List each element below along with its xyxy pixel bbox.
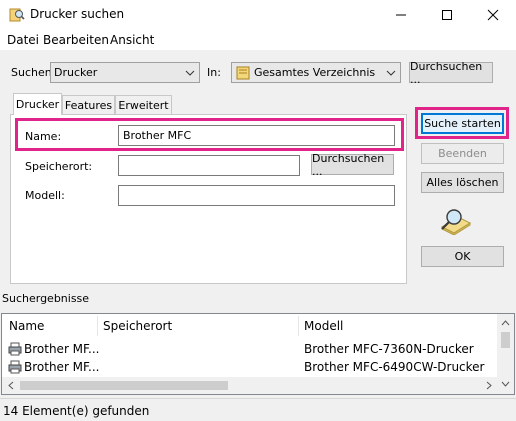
results-list[interactable]: Name Speicherort Modell Brother MF... Br… xyxy=(1,313,515,395)
browse-location-button[interactable]: Durchsuchen ... xyxy=(311,152,394,178)
model-input[interactable] xyxy=(118,185,395,206)
search-type-combo[interactable]: Drucker xyxy=(50,62,200,83)
chevron-down-icon xyxy=(185,70,195,76)
window-title: Drucker suchen xyxy=(30,7,125,21)
chevron-down-icon[interactable] xyxy=(501,379,510,388)
menu-edit[interactable]: Bearbeiten xyxy=(43,33,109,47)
table-row[interactable]: Brother MF... Brother MFC-6490CW-Drucker xyxy=(2,358,498,376)
ok-button[interactable]: OK xyxy=(421,246,504,267)
close-button[interactable] xyxy=(470,0,516,30)
search-type-value: Drucker xyxy=(54,66,98,79)
result-name: Brother MF... xyxy=(24,360,100,374)
minimize-button[interactable] xyxy=(378,0,424,30)
scrollbar-corner xyxy=(497,377,514,394)
maximize-button[interactable] xyxy=(424,0,470,30)
result-name: Brother MF... xyxy=(24,342,100,356)
close-icon xyxy=(487,9,499,21)
search-printer-icon xyxy=(9,8,25,22)
printer-icon xyxy=(8,360,22,374)
maximize-icon xyxy=(442,10,452,20)
search-animation-icon xyxy=(440,209,472,235)
in-label: In: xyxy=(207,66,221,79)
table-row[interactable]: Brother MF... Brother MFC-7360N-Drucker xyxy=(2,340,498,358)
search-scope-combo[interactable]: Gesamtes Verzeichnis xyxy=(231,62,401,83)
stop-search-button[interactable]: Beenden xyxy=(421,143,504,164)
minimize-icon xyxy=(396,14,406,16)
search-scope-value: Gesamtes Verzeichnis xyxy=(254,66,376,79)
vertical-scrollbar[interactable] xyxy=(497,314,514,378)
result-model: Brother MFC-7360N-Drucker xyxy=(304,342,474,356)
name-label: Name: xyxy=(25,130,62,143)
column-header-model[interactable]: Modell xyxy=(304,319,343,333)
vertical-scroll-thumb[interactable] xyxy=(501,332,510,348)
chevron-down-icon xyxy=(386,70,396,76)
results-heading: Suchergebnisse xyxy=(2,292,90,305)
column-divider[interactable] xyxy=(298,316,299,336)
status-bar: 14 Element(e) gefunden xyxy=(0,398,516,421)
status-text: 14 Element(e) gefunden xyxy=(3,404,150,418)
menu-bar: Datei Bearbeiten Ansicht xyxy=(0,30,516,50)
chevron-up-icon[interactable] xyxy=(501,318,510,327)
printer-icon xyxy=(8,342,22,356)
browse-scope-button[interactable]: Durchsuchen ... xyxy=(409,60,493,86)
column-header-name[interactable]: Name xyxy=(9,319,44,333)
title-bar: Drucker suchen xyxy=(0,0,516,30)
start-search-button[interactable]: Suche starten xyxy=(421,113,504,134)
location-label: Speicherort: xyxy=(25,160,93,173)
location-input[interactable] xyxy=(118,155,300,176)
chevron-left-icon[interactable] xyxy=(6,381,15,390)
result-model: Brother MFC-6490CW-Drucker xyxy=(304,360,485,374)
horizontal-scroll-thumb[interactable] xyxy=(20,381,228,390)
column-header-location[interactable]: Speicherort xyxy=(103,319,172,333)
clear-all-button[interactable]: Alles löschen xyxy=(421,172,504,193)
tab-printer[interactable]: Drucker xyxy=(13,93,62,115)
directory-icon xyxy=(236,66,250,80)
menu-view[interactable]: Ansicht xyxy=(110,33,154,47)
menu-file[interactable]: Datei xyxy=(7,33,39,47)
name-input[interactable]: Brother MFC xyxy=(118,125,395,146)
horizontal-scrollbar[interactable] xyxy=(2,377,514,394)
column-divider[interactable] xyxy=(97,316,98,336)
model-label: Modell: xyxy=(25,189,65,202)
search-label: Suchen: xyxy=(11,66,56,79)
tab-advanced[interactable]: Erweitert xyxy=(115,95,172,115)
chevron-right-icon[interactable] xyxy=(485,381,494,390)
tab-features[interactable]: Features xyxy=(62,95,115,115)
find-printers-window: Drucker suchen Datei Bearbeiten Ansicht … xyxy=(0,0,516,421)
